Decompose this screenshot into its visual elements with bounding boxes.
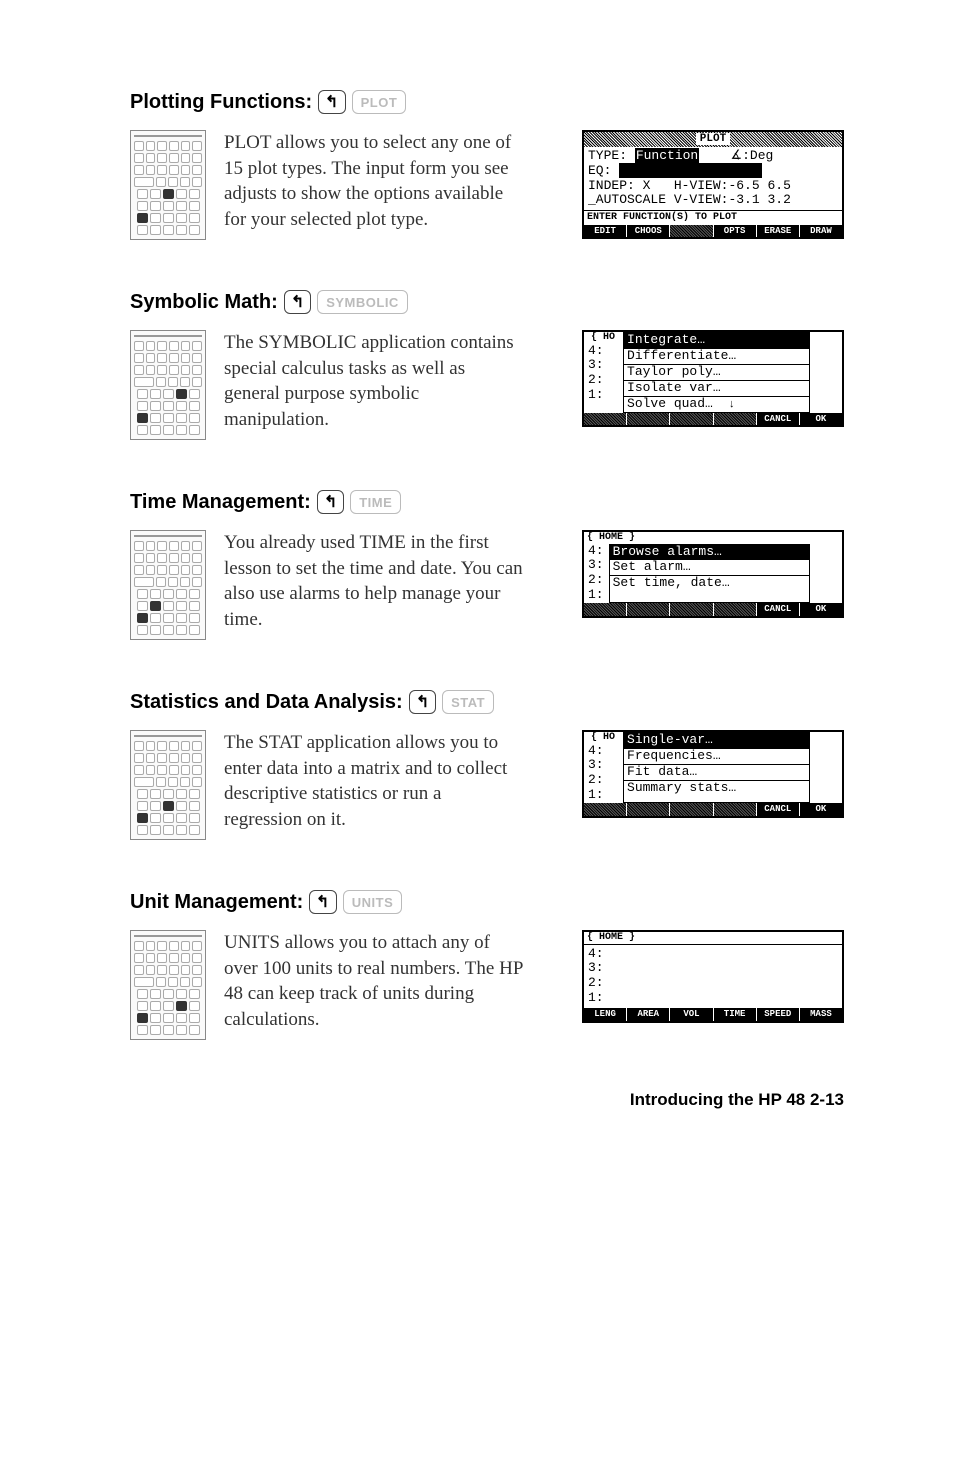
title-text: Time Management: bbox=[130, 491, 311, 514]
key-label: PLOT bbox=[352, 90, 407, 114]
title-text: Unit Management: bbox=[130, 891, 303, 914]
calculator-keypad-icon bbox=[130, 730, 206, 840]
status-line: ENTER FUNCTION(S) TO PLOT bbox=[584, 210, 842, 225]
section-time: Time Management: TIME You already used T… bbox=[130, 490, 844, 640]
path-header: { HOME } bbox=[584, 532, 842, 544]
softkeys: CANCL OK bbox=[584, 803, 842, 815]
calc-screenshot-units: { HOME } 4: 3: 2: 1: LENG AREA VOL TIME … bbox=[582, 930, 844, 1023]
shift-key-icon bbox=[409, 690, 436, 714]
body-text: The SYMBOLIC application contains specia… bbox=[224, 330, 524, 433]
path-header: { HOME } bbox=[584, 932, 842, 944]
body-text: You already used TIME in the first lesso… bbox=[224, 530, 524, 633]
section-plot: Plotting Functions: PLOT PLOT allows you… bbox=[130, 90, 844, 240]
calc-screenshot-plot: PLOT TYPE: Function ∡:Deg EQ: INDEP: X H… bbox=[582, 130, 844, 239]
scroll-down-icon: ↓ bbox=[728, 399, 735, 411]
softkeys: CANCL OK bbox=[584, 603, 842, 615]
calc-screenshot-stat: { HO 4: 3: 2: 1: Single-var… Frequencies… bbox=[582, 730, 844, 818]
title-text: Plotting Functions: bbox=[130, 91, 312, 114]
shift-key-icon bbox=[318, 90, 345, 114]
shift-key-icon bbox=[309, 890, 336, 914]
key-label: UNITS bbox=[343, 890, 403, 914]
shift-key-icon bbox=[317, 490, 344, 514]
calc-screenshot-symbolic: { HO 4: 3: 2: 1: Integrate… Differentiat… bbox=[582, 330, 844, 427]
shift-key-icon bbox=[284, 290, 311, 314]
stack-numbers: { HO 4: 3: 2: 1: bbox=[584, 332, 621, 413]
menu-list: Integrate… Differentiate… Taylor poly… I… bbox=[623, 332, 810, 413]
calculator-keypad-icon bbox=[130, 130, 206, 240]
section-symbolic: Symbolic Math: SYMBOLIC The SYMBOLIC app… bbox=[130, 290, 844, 440]
softkeys: EDIT CHOOS OPTS ERASE DRAW bbox=[584, 225, 842, 237]
section-title: Unit Management: UNITS bbox=[130, 890, 844, 914]
section-title: Statistics and Data Analysis: STAT bbox=[130, 690, 844, 714]
key-label: SYMBOLIC bbox=[317, 290, 408, 314]
calc-screenshot-time: { HOME } 4: 3: 2: 1: Browse alarms… Set … bbox=[582, 530, 844, 618]
calculator-keypad-icon bbox=[130, 330, 206, 440]
section-title: Time Management: TIME bbox=[130, 490, 844, 514]
key-label: STAT bbox=[442, 690, 494, 714]
stack-numbers: 4: 3: 2: 1: bbox=[584, 544, 607, 604]
stack-numbers: { HO 4: 3: 2: 1: bbox=[584, 732, 621, 803]
calculator-keypad-icon bbox=[130, 530, 206, 640]
menu-list: Browse alarms… Set alarm… Set time, date… bbox=[609, 544, 810, 604]
softkeys: CANCL OK bbox=[584, 413, 842, 425]
softkeys: LENG AREA VOL TIME SPEED MASS bbox=[584, 1008, 842, 1020]
menu-list: Single-var… Frequencies… Fit data… Summa… bbox=[623, 732, 810, 803]
section-title: Plotting Functions: PLOT bbox=[130, 90, 844, 114]
page-footer: Introducing the HP 48 2-13 bbox=[130, 1090, 844, 1110]
body-text: The STAT application allows you to enter… bbox=[224, 730, 524, 833]
key-label: TIME bbox=[350, 490, 401, 514]
screen-title: PLOT bbox=[696, 133, 730, 145]
section-stat: Statistics and Data Analysis: STAT The S… bbox=[130, 690, 844, 840]
section-units: Unit Management: UNITS UNITS allows you … bbox=[130, 890, 844, 1040]
body-text: UNITS allows you to attach any of over 1… bbox=[224, 930, 524, 1033]
calculator-keypad-icon bbox=[130, 930, 206, 1040]
body-text: PLOT allows you to select any one of 15 … bbox=[224, 130, 524, 233]
section-title: Symbolic Math: SYMBOLIC bbox=[130, 290, 844, 314]
title-text: Symbolic Math: bbox=[130, 291, 278, 314]
title-text: Statistics and Data Analysis: bbox=[130, 691, 403, 714]
